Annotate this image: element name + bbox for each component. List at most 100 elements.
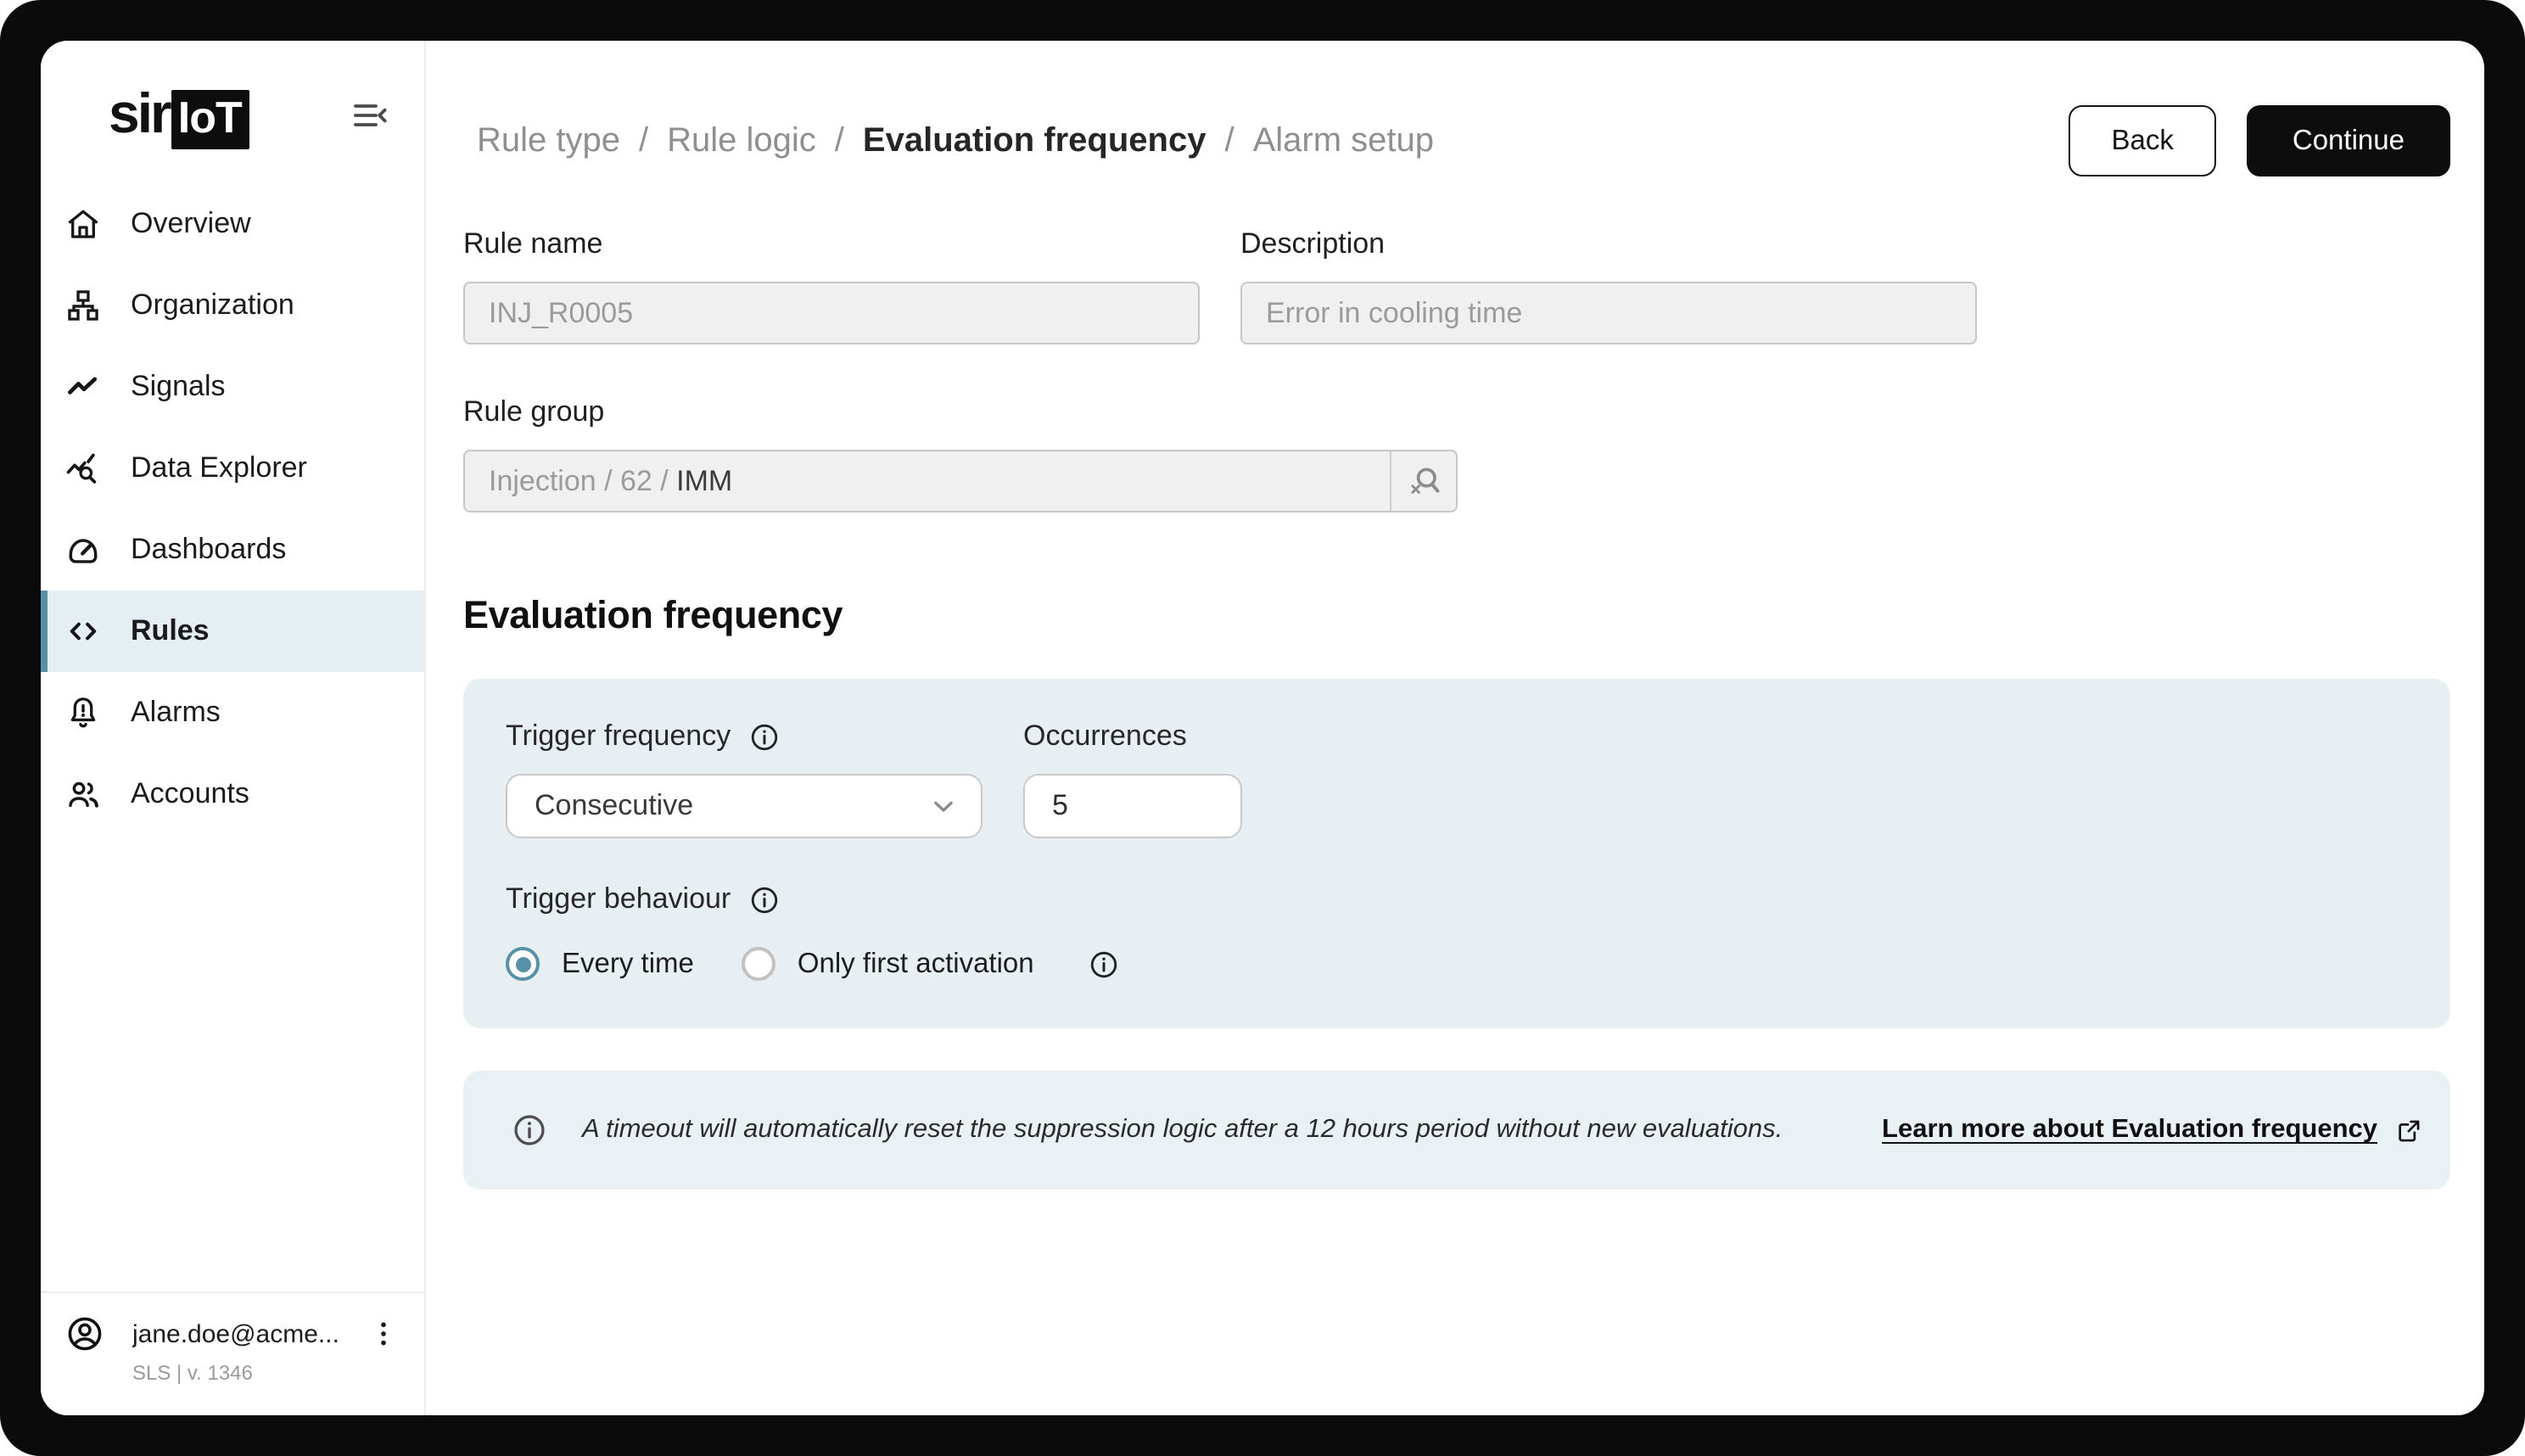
sidebar-item-data-explorer[interactable]: Data Explorer [41,428,424,509]
topbar-actions: Back Continue [2069,105,2451,176]
breadcrumb-separator: / [835,121,844,160]
sidebar-item-organization[interactable]: Organization [41,265,424,346]
sidebar-spacer [41,835,424,1291]
page-title: Evaluation frequency [463,594,2450,638]
trigger-frequency-value: Consecutive [535,789,927,823]
continue-button[interactable]: Continue [2247,105,2450,176]
occurrences-label-row: Occurrences [1023,720,1242,753]
trigger-frequency-select[interactable]: Consecutive [506,774,983,838]
radio-selected-icon [506,947,540,981]
rule-group-block: Rule group Injection / 62 / IMM [463,395,1458,512]
description-group: Description [1240,227,1977,344]
radio-unselected-icon [742,947,775,981]
logo-box-iot: IoT [171,90,250,149]
info-icon[interactable] [747,720,780,753]
brand-row: sir IoT [41,41,424,156]
radio-label: Only first activation [798,948,1034,980]
learn-more-label: Learn more about Evaluation frequency [1882,1115,2377,1145]
radio-option-only-first-activation[interactable]: Only first activation [742,947,1034,981]
collapse-sidebar-button[interactable] [346,92,394,139]
rule-group-field: Injection / 62 / IMM [463,450,1458,512]
radio-option-every-time[interactable]: Every time [506,947,694,981]
breadcrumb-rule-logic[interactable]: Rule logic [667,121,816,160]
sidebar-item-rules[interactable]: Rules [41,591,424,672]
sidebar-item-label: Rules [131,614,210,648]
trigger-frequency-group: Trigger frequency Consecutive [506,720,983,838]
app-logo: sir IoT [109,81,250,149]
user-email: jane.doe@acme... [132,1319,339,1348]
home-icon [64,205,102,243]
frequency-row: Trigger frequency Consecutive [506,720,2408,838]
occurrences-group: Occurrences [1023,720,1242,838]
sidebar: sir IoT Overview [41,41,426,1415]
trigger-frequency-label-row: Trigger frequency [506,720,983,753]
device-frame: sir IoT Overview [0,0,2525,1456]
trigger-behaviour-options: Every time Only first activation [506,947,2408,981]
info-icon [511,1112,548,1149]
description-input[interactable] [1240,282,1977,344]
description-label: Description [1240,227,1977,261]
trend-line-icon [64,368,102,406]
org-chart-icon [64,287,102,324]
app-window: sir IoT Overview [41,41,2484,1415]
kebab-menu-icon [367,1315,400,1352]
rule-group-search-button[interactable] [1390,451,1456,511]
speedometer-icon [64,531,102,568]
info-icon[interactable] [1089,948,1121,980]
sidebar-item-label: Accounts [131,777,249,811]
evaluation-frequency-panel: Trigger frequency Consecutive [463,679,2450,1028]
app-version: SLS | v. 1346 [132,1361,400,1385]
rule-name-input[interactable] [463,282,1200,344]
user-avatar-icon [64,1313,105,1354]
rule-group-value: Injection / 62 / IMM [465,451,1390,511]
trigger-frequency-label: Trigger frequency [506,720,731,753]
logo-text-sir: sir [109,81,170,146]
topbar: Rule type / Rule logic / Evaluation freq… [463,105,2450,176]
sidebar-item-label: Organization [131,288,294,322]
trigger-behaviour-label: Trigger behaviour [506,882,731,916]
rule-name-group: Rule name [463,227,1200,344]
sidebar-item-alarms[interactable]: Alarms [41,672,424,753]
occurrences-label: Occurrences [1023,720,1187,753]
sidebar-nav: Overview Organization Signals [41,183,424,835]
sidebar-item-label: Signals [131,370,226,404]
sidebar-item-label: Dashboards [131,533,286,567]
menu-open-icon [350,95,390,136]
user-section: jane.doe@acme... SLS | v. 1346 [41,1291,424,1415]
info-icon[interactable] [747,883,780,916]
sidebar-item-accounts[interactable]: Accounts [41,753,424,835]
sidebar-item-signals[interactable]: Signals [41,346,424,428]
learn-more-link[interactable]: Learn more about Evaluation frequency [1882,1115,2423,1145]
breadcrumb-separator: / [639,121,648,160]
rule-meta-form: Rule name Description [463,227,2450,344]
timeout-message: A timeout will automatically reset the s… [582,1115,1783,1145]
radio-label: Every time [562,948,694,980]
bell-icon [64,694,102,731]
trigger-behaviour-label-row: Trigger behaviour [506,882,2408,916]
breadcrumb-alarm-setup[interactable]: Alarm setup [1253,121,1434,160]
sidebar-item-overview[interactable]: Overview [41,183,424,265]
rule-name-label: Rule name [463,227,1200,261]
people-icon [64,776,102,813]
sidebar-item-label: Overview [131,207,251,241]
code-icon [64,613,102,650]
breadcrumb-separator: / [1224,121,1234,160]
sidebar-item-label: Alarms [131,696,221,730]
chevron-down-icon [927,789,960,823]
back-button[interactable]: Back [2069,105,2216,176]
sidebar-item-dashboards[interactable]: Dashboards [41,509,424,591]
rule-group-label: Rule group [463,395,1458,429]
main-content: Rule type / Rule logic / Evaluation freq… [426,41,2484,1415]
occurrences-input[interactable] [1023,774,1242,838]
breadcrumb-rule-type[interactable]: Rule type [477,121,620,160]
breadcrumb: Rule type / Rule logic / Evaluation freq… [477,121,1434,160]
search-clear-icon [1405,462,1442,500]
user-menu-button[interactable] [367,1315,400,1352]
chart-search-icon [64,450,102,487]
external-link-icon [2394,1116,2423,1145]
rule-group-path: Injection / 62 / [489,464,676,498]
timeout-info-banner: A timeout will automatically reset the s… [463,1071,2450,1190]
breadcrumb-evaluation-frequency: Evaluation frequency [863,121,1207,160]
sidebar-item-label: Data Explorer [131,451,307,485]
user-row: jane.doe@acme... [64,1313,400,1354]
